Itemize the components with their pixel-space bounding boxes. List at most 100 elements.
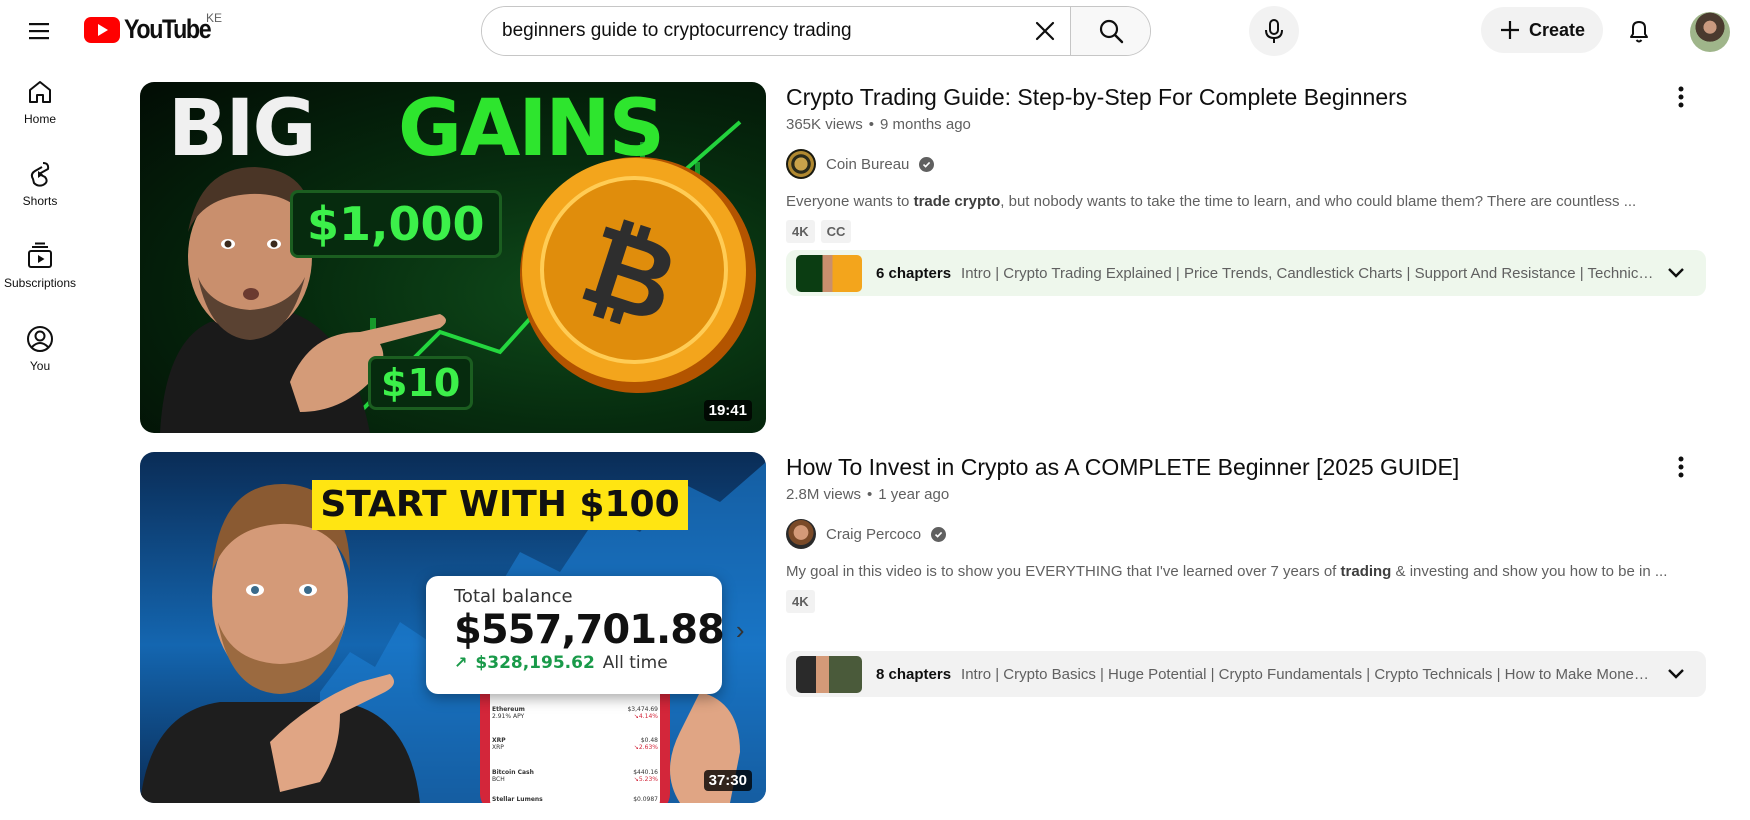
plus-icon	[1500, 21, 1519, 39]
create-button[interactable]: Create	[1481, 7, 1603, 53]
more-actions-button[interactable]	[1666, 452, 1696, 482]
chapter-thumbnail	[796, 254, 862, 292]
youtube-play-icon	[84, 16, 120, 43]
video-duration: 37:30	[703, 770, 752, 791]
masthead: YouTube KE Create	[0, 0, 1750, 64]
video-description: Everyone wants to trade crypto, but nobo…	[786, 193, 1666, 210]
coin-change: ↘5.23%	[633, 776, 658, 783]
thumb-amount-high: $1,000	[290, 190, 502, 258]
badge-4k: 4K	[786, 590, 815, 613]
logo-wordmark: YouTube	[124, 14, 212, 44]
video-metadata: 365K views • 9 months ago	[786, 116, 1666, 133]
description-text: My goal in this video is to show you EVE…	[786, 563, 1341, 580]
sidebar-item-label: Subscriptions	[3, 276, 77, 290]
sidebar-item-subscriptions[interactable]: Subscriptions	[0, 228, 80, 308]
guide-menu-button[interactable]	[14, 6, 64, 56]
video-info: How To Invest in Crypto as A COMPLETE Be…	[786, 452, 1668, 613]
chapters-bar[interactable]: 8 chapters Intro | Crypto Basics | Huge …	[786, 651, 1706, 697]
description-text: & investing and show you how to be in ..…	[1391, 563, 1668, 580]
more-vert-icon	[1678, 86, 1684, 108]
more-vert-icon	[1678, 456, 1684, 478]
coin-price: $0.48	[640, 737, 658, 744]
channel-row[interactable]: Coin Bureau	[786, 149, 1666, 179]
channel-avatar[interactable]	[786, 519, 816, 549]
video-info: Crypto Trading Guide: Step-by-Step For C…	[786, 82, 1666, 243]
search-bar	[481, 6, 1151, 56]
chevron-down-icon	[1668, 669, 1684, 679]
gain-amount: $328,195.62	[475, 653, 595, 673]
expand-chapters-button[interactable]	[1656, 668, 1696, 680]
video-metadata: 2.8M views • 1 year ago	[786, 486, 1666, 503]
video-title[interactable]: Crypto Trading Guide: Step-by-Step For C…	[786, 82, 1666, 112]
channel-avatar[interactable]	[786, 149, 816, 179]
sidebar-item-shorts[interactable]: Shorts	[0, 146, 80, 226]
sidebar-item-home[interactable]: Home	[0, 64, 80, 144]
video-thumbnail[interactable]: BIG GAINS $1,000 $10 ₿ 19:41	[140, 82, 766, 433]
gain-row: ↗ $328,195.62 All time	[454, 653, 722, 673]
subscriptions-icon	[28, 242, 52, 268]
coin-sub: BCH	[492, 776, 505, 783]
video-badges: 4K	[786, 590, 1666, 613]
create-label: Create	[1528, 19, 1586, 40]
verified-badge-icon	[919, 156, 935, 172]
clear-search-button[interactable]	[1020, 7, 1070, 55]
chapters-bar[interactable]: 6 chapters Intro | Crypto Trading Explai…	[786, 250, 1706, 296]
description-highlight: trade crypto	[913, 193, 1001, 210]
video-title[interactable]: How To Invest in Crypto as A COMPLETE Be…	[786, 452, 1666, 482]
channel-name[interactable]: Coin Bureau	[826, 156, 909, 173]
sidebar-item-you[interactable]: You	[0, 311, 80, 391]
home-icon	[29, 81, 51, 103]
chapter-thumbnail	[796, 655, 862, 693]
coin-name: XRP	[492, 737, 506, 744]
sidebar-item-label: You	[29, 359, 51, 373]
coin-change: ↘4.14%	[633, 713, 658, 720]
coin-name: Ethereum	[492, 706, 525, 713]
chapters-count: 8 chapters	[876, 665, 952, 683]
chapters-count: 6 chapters	[876, 264, 952, 282]
meta-separator: •	[867, 486, 873, 503]
coin-price: $3,474.69	[627, 706, 658, 713]
more-actions-button[interactable]	[1666, 82, 1696, 112]
bell-icon	[1630, 21, 1648, 43]
account-avatar[interactable]	[1690, 12, 1730, 52]
sidebar-item-label: Shorts	[22, 194, 58, 208]
coin-name: Bitcoin Cash	[492, 769, 534, 776]
chapters-list: Intro | Crypto Basics | Huge Potential |…	[961, 665, 1656, 683]
video-badges: 4K CC	[786, 220, 1666, 243]
balance-row: $557,701.88 ›	[454, 607, 745, 653]
user-icon	[27, 326, 53, 352]
channel-row[interactable]: Craig Percoco	[786, 519, 1666, 549]
hamburger-icon	[29, 23, 49, 40]
expand-chapters-button[interactable]	[1656, 267, 1696, 279]
chevron-down-icon	[1668, 268, 1684, 278]
voice-search-button[interactable]	[1249, 6, 1299, 56]
verified-badge-icon	[931, 526, 947, 542]
badge-cc: CC	[820, 220, 852, 243]
view-count: 2.8M views	[786, 486, 862, 503]
coin-row: Stellar Lumens $0.0987	[492, 792, 658, 803]
balance-amount: $557,701.88	[454, 607, 725, 653]
trend-up-icon: ↗	[454, 655, 468, 672]
close-icon	[1035, 21, 1055, 41]
video-duration: 19:41	[703, 400, 752, 421]
description-text: , but nobody wants to take the time to l…	[1000, 193, 1637, 210]
channel-name[interactable]: Craig Percoco	[826, 526, 921, 543]
mini-guide: Home Shorts Subscriptions You	[0, 64, 80, 820]
video-thumbnail[interactable]: START WITH $100 Total balance $557,701.8…	[140, 452, 766, 803]
coin-name: Stellar Lumens	[492, 795, 543, 803]
search-button[interactable]	[1070, 7, 1150, 55]
coin-row: Bitcoin Cash BCH $440.16 ↘5.23%	[492, 760, 658, 792]
chapters-list: Intro | Crypto Trading Explained | Price…	[961, 264, 1656, 282]
notifications-button[interactable]	[1614, 6, 1664, 56]
coin-price: $440.16	[633, 769, 658, 776]
sidebar-item-label: Home	[23, 112, 56, 126]
youtube-logo[interactable]: YouTube	[84, 14, 224, 45]
coin-price: $0.0987	[633, 795, 658, 803]
coin-sub: XRP	[492, 744, 504, 751]
chevron-right-icon: ›	[735, 614, 745, 645]
search-input[interactable]	[482, 7, 1020, 55]
description-highlight: trading	[1340, 563, 1392, 580]
video-result: BIG GAINS $1,000 $10 ₿ 19:41 Crypto Trad…	[140, 82, 1706, 442]
microphone-icon	[1265, 19, 1283, 43]
gain-period: All time	[602, 653, 668, 673]
